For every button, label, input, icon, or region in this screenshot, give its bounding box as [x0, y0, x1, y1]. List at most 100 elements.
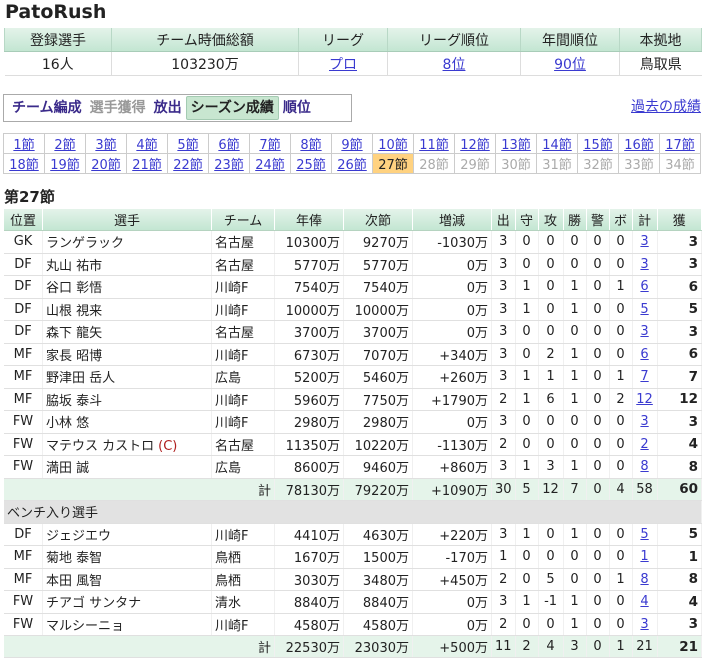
stat-f: 0 — [609, 253, 633, 276]
nav-release[interactable]: 放出 — [150, 97, 186, 119]
stat-c: 0 — [538, 298, 564, 321]
player-points-link[interactable]: 7 — [640, 369, 648, 384]
total-next-salary: 23030万 — [343, 635, 413, 658]
round-5[interactable]: 5節 — [167, 133, 209, 154]
player-points-link[interactable]: 8 — [640, 459, 648, 474]
stat-e: 0 — [586, 343, 610, 366]
player-count: 16人 — [4, 51, 112, 76]
player-points-link[interactable]: 3 — [640, 617, 648, 632]
site-title: PatoRush — [5, 1, 107, 23]
player-earned: 3 — [657, 320, 703, 344]
player-position: MF — [4, 365, 43, 389]
round-4[interactable]: 4節 — [126, 133, 168, 154]
round-20[interactable]: 20節 — [85, 153, 127, 174]
player-points-link[interactable]: 5 — [640, 302, 648, 317]
round-1[interactable]: 1節 — [3, 133, 45, 154]
stat-d: 0 — [563, 410, 587, 434]
player-name: チアゴ サンタナ — [46, 596, 142, 612]
stat-a: 3 — [491, 320, 516, 344]
player-points-link[interactable]: 3 — [640, 414, 648, 429]
player-name: 小林 悠 — [46, 416, 90, 432]
player-points-link[interactable]: 1 — [640, 549, 648, 564]
round-29: 29節 — [454, 153, 496, 174]
player-points-link[interactable]: 2 — [640, 437, 648, 452]
stat-f: 0 — [609, 545, 633, 569]
player-points-link[interactable]: 4 — [640, 594, 648, 609]
nav-ranking[interactable]: 順位 — [279, 97, 315, 119]
player-position: MF — [4, 568, 43, 591]
player-earned: 6 — [657, 343, 703, 366]
round-16[interactable]: 16節 — [618, 133, 660, 154]
player-name-cell: 野津田 岳人 — [42, 365, 212, 389]
player-next-salary: 10220万 — [343, 433, 413, 456]
round-22[interactable]: 22節 — [167, 153, 209, 174]
stat-e: 0 — [586, 433, 610, 456]
player-earned: 4 — [657, 433, 703, 456]
round-8[interactable]: 8節 — [290, 133, 332, 154]
col-header: 攻 — [538, 209, 564, 231]
stat-c: 0 — [538, 613, 564, 636]
stats-header-row: 位置 選手 チーム 年俸 次節 増減 出 守 攻 勝 警 ボ 計 獲 — [4, 209, 703, 231]
round-2[interactable]: 2節 — [44, 133, 86, 154]
round-25[interactable]: 25節 — [290, 153, 332, 174]
player-next-salary: 9270万 — [343, 230, 413, 254]
round-19[interactable]: 19節 — [44, 153, 86, 174]
stat-e: 0 — [586, 410, 610, 434]
player-next-salary: 7540万 — [343, 275, 413, 299]
stat-e: 0 — [586, 320, 610, 344]
round-11[interactable]: 11節 — [413, 133, 455, 154]
stat-f: 0 — [609, 455, 633, 479]
player-salary: 3700万 — [274, 320, 344, 344]
round-6[interactable]: 6節 — [208, 133, 250, 154]
round-9[interactable]: 9節 — [331, 133, 373, 154]
player-salary-diff: -1030万 — [412, 230, 492, 254]
player-points-link[interactable]: 6 — [640, 279, 648, 294]
round-18[interactable]: 18節 — [3, 153, 45, 174]
stat-b: 1 — [515, 590, 539, 614]
player-team: 広島 — [211, 365, 275, 389]
nav-team-formation[interactable]: チーム編成 — [8, 97, 86, 119]
total-stat-f: 4 — [609, 478, 633, 501]
captain-badge: (C) — [158, 438, 178, 454]
round-17[interactable]: 17節 — [659, 133, 701, 154]
col-header: 獲 — [657, 209, 703, 231]
summary-header: 年間順位 — [520, 28, 620, 52]
player-salary-diff: -1130万 — [412, 433, 492, 456]
player-name-cell: チアゴ サンタナ — [42, 590, 212, 614]
round-26[interactable]: 26節 — [331, 153, 373, 174]
player-points-link[interactable]: 8 — [640, 572, 648, 587]
player-name: 本田 風智 — [46, 573, 103, 589]
col-header: ボ — [609, 209, 633, 231]
round-13[interactable]: 13節 — [495, 133, 537, 154]
round-21[interactable]: 21節 — [126, 153, 168, 174]
round-7[interactable]: 7節 — [249, 133, 291, 154]
past-results-link[interactable]: 過去の成績 — [631, 96, 701, 116]
player-points-link[interactable]: 5 — [640, 527, 648, 542]
league-rank-link[interactable]: 8位 — [443, 57, 466, 73]
stat-e: 0 — [586, 613, 610, 636]
stat-e: 0 — [586, 253, 610, 276]
player-next-salary: 4580万 — [343, 613, 413, 636]
round-10[interactable]: 10節 — [372, 133, 414, 154]
player-points-link[interactable]: 3 — [640, 234, 648, 249]
year-rank-link[interactable]: 90位 — [554, 57, 586, 73]
round-12[interactable]: 12節 — [454, 133, 496, 154]
player-points-link[interactable]: 3 — [640, 257, 648, 272]
round-23[interactable]: 23節 — [208, 153, 250, 174]
league-link[interactable]: プロ — [329, 57, 357, 73]
round-24[interactable]: 24節 — [249, 153, 291, 174]
player-name-cell: 菊地 泰智 — [42, 545, 212, 569]
stat-b: 1 — [515, 455, 539, 479]
round-14[interactable]: 14節 — [536, 133, 578, 154]
player-points-cell: 5 — [632, 298, 658, 321]
team-nav: チーム編成 選手獲得 放出 シーズン成績 順位 — [3, 94, 352, 122]
player-next-salary: 4630万 — [343, 523, 413, 546]
round-3[interactable]: 3節 — [85, 133, 127, 154]
player-row: DF 丸山 祐市 名古屋 5770万 5770万 0万 3 0 0 0 0 0 3 3 — [4, 253, 703, 276]
round-15[interactable]: 15節 — [577, 133, 619, 154]
player-points-cell: 3 — [632, 410, 658, 434]
player-points-link[interactable]: 12 — [636, 392, 653, 407]
player-points-link[interactable]: 6 — [640, 347, 648, 362]
player-points-link[interactable]: 3 — [640, 324, 648, 339]
nav-season-results[interactable]: シーズン成績 — [185, 96, 279, 120]
